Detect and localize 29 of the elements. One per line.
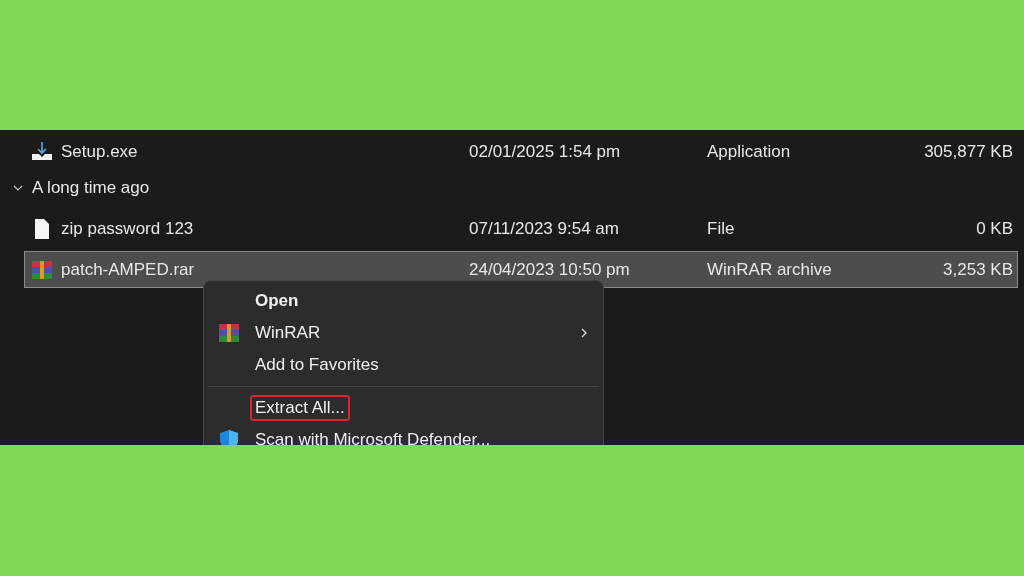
- file-row[interactable]: patch-AMPED.rar 24/04/2023 10:50 pm WinRAR archive 3,253 KB: [24, 251, 1018, 288]
- file-type: Application: [707, 141, 792, 162]
- date-modified: 02/01/2025 1:54 pm: [469, 141, 622, 162]
- file-row[interactable]: Setup.exe 02/01/2025 1:54 pm Application 305,877 KB: [24, 133, 1018, 170]
- file-name: patch-AMPED.rar: [61, 259, 195, 280]
- menu-item-label: Scan with Microsoft Defender...: [254, 429, 492, 445]
- file-type: WinRAR archive: [707, 259, 833, 280]
- menu-item[interactable]: Extract All...: [204, 392, 603, 424]
- download-tray-icon: [31, 140, 53, 163]
- archive-icon: [31, 258, 53, 281]
- date-modified: 07/11/2023 9:54 am: [469, 218, 620, 239]
- menu-item[interactable]: WinRAR: [204, 317, 603, 349]
- file-size: 3,253 KB: [942, 259, 1014, 280]
- archive-icon: [216, 322, 242, 344]
- menu-item[interactable]: Add to Favorites: [204, 349, 603, 381]
- file-name: zip password 123: [61, 218, 194, 239]
- menu-item[interactable]: Scan with Microsoft Defender...: [204, 424, 603, 445]
- menu-item-label: Add to Favorites: [254, 354, 380, 376]
- menu-item[interactable]: Open: [204, 285, 603, 317]
- file-type: File: [707, 218, 736, 239]
- menu-item-label: WinRAR: [254, 322, 322, 344]
- group-header: A long time ago: [32, 178, 150, 198]
- date-modified: 24/04/2023 10:50 pm: [469, 259, 631, 280]
- file-size: 305,877 KB: [923, 141, 1014, 162]
- menu-item-label: Open: [254, 290, 300, 312]
- file-size: 0 KB: [975, 218, 1014, 239]
- menu-item-label: Extract All...: [250, 395, 350, 421]
- file-row[interactable]: zip password 123 07/11/2023 9:54 am File 0 KB: [24, 210, 1018, 247]
- file-name: Setup.exe: [61, 141, 138, 162]
